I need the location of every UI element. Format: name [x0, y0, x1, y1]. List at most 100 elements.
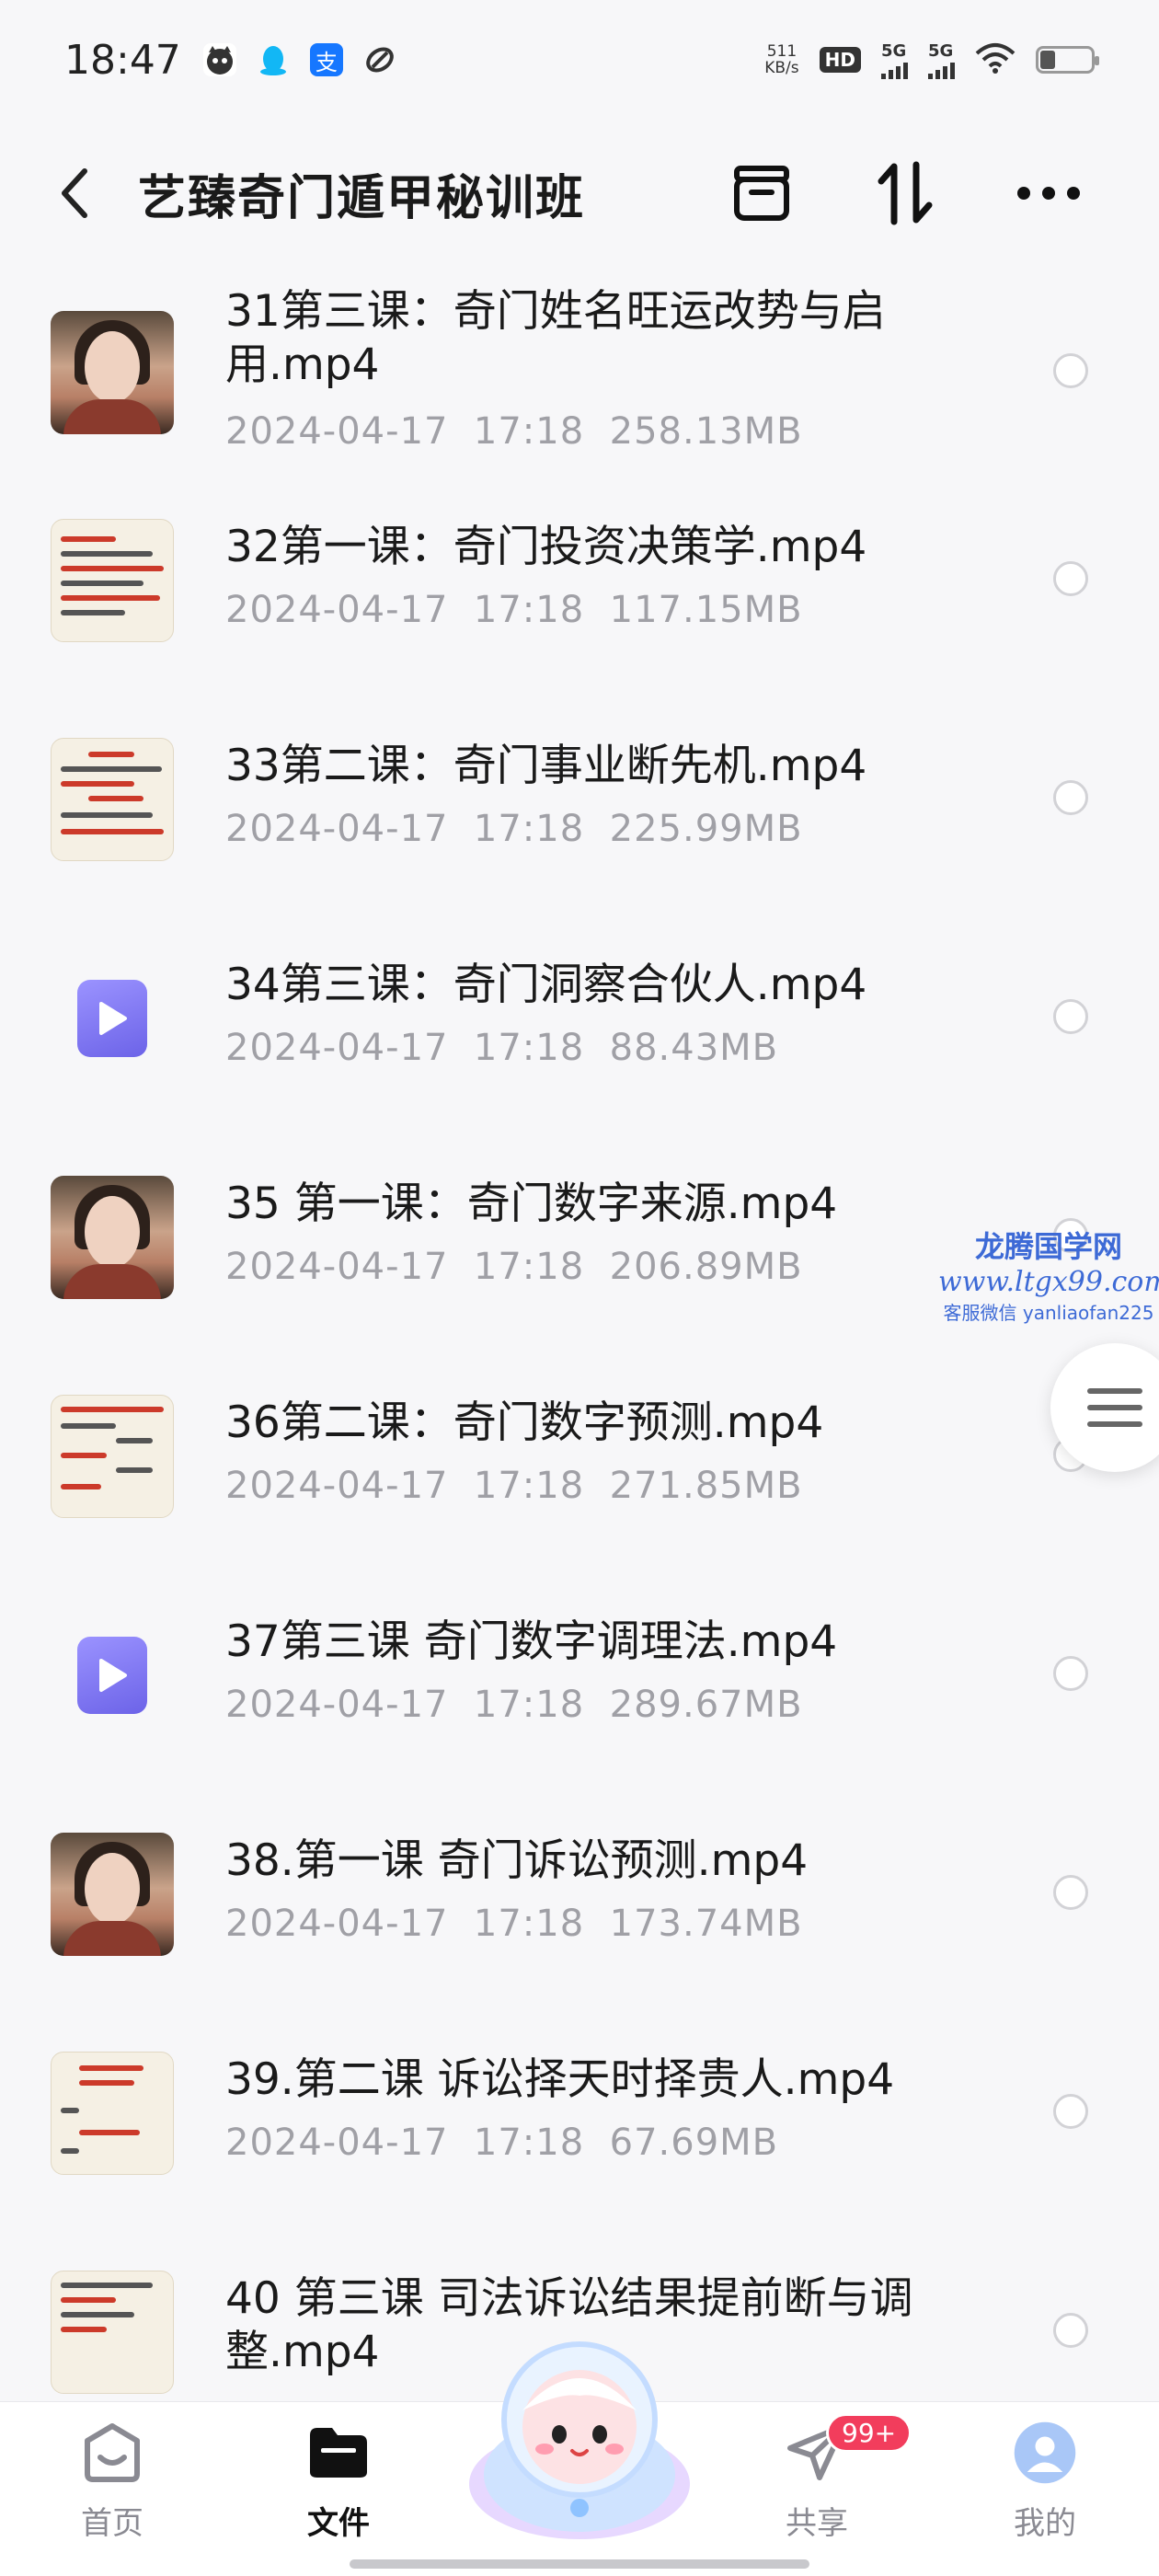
alipay-icon: 支: [309, 43, 343, 76]
signal-5g-1: 5G: [881, 41, 908, 79]
select-checkbox[interactable]: [1053, 561, 1088, 596]
file-meta: 2024-04-17 17:18 225.99MB: [225, 808, 803, 850]
file-name: 35 第一课：奇门数字来源.mp4: [225, 1179, 838, 1229]
file-meta: 2024-04-17 17:18 258.13MB: [225, 410, 803, 453]
wifi-icon: [975, 42, 1016, 77]
file-size: 67.69MB: [609, 2122, 779, 2164]
nav-item-share[interactable]: 99+ 共享: [743, 2413, 912, 2543]
video-file-icon: [77, 1637, 147, 1714]
file-time: 17:18: [473, 1684, 585, 1726]
select-checkbox[interactable]: [1053, 2313, 1088, 2348]
list-item[interactable]: 36第二课：奇门数字预测.mp4 2024-04-17 17:18 271.85…: [0, 1362, 1159, 1581]
watermark-title: 龙腾国学网: [974, 1229, 1122, 1264]
video-thumbnail: [51, 311, 174, 434]
file-size: 225.99MB: [609, 808, 803, 850]
video-thumbnail: [51, 1176, 174, 1299]
file-meta: 2024-04-17 17:18 173.74MB: [225, 1903, 803, 1945]
file-meta: 2024-04-17 17:18 67.69MB: [225, 2122, 778, 2164]
file-date: 2024-04-17: [225, 1465, 449, 1507]
more-dots-icon: [1017, 187, 1080, 200]
doc-thumbnail: [51, 519, 174, 642]
sort-icon: [878, 161, 933, 225]
file-meta: 2024-04-17 17:18 271.85MB: [225, 1465, 803, 1507]
nav-label: 首页: [81, 2505, 143, 2542]
file-name: 38.第一课 奇门诉讼预测.mp4: [225, 1835, 809, 1886]
signal-5g-2: 5G: [928, 41, 955, 79]
list-item[interactable]: 37第三课 奇门数字调理法.mp4 2024-04-17 17:18 289.6…: [0, 1581, 1159, 1800]
system-indicators: 511 KB/s HD 5G 5G: [764, 41, 1099, 79]
file-name: 32第一课：奇门投资决策学.mp4: [225, 522, 867, 572]
file-time: 17:18: [473, 1246, 585, 1288]
select-checkbox[interactable]: [1053, 353, 1088, 388]
file-size: 117.15MB: [609, 589, 803, 631]
avatar-icon: [1013, 2421, 1077, 2485]
nav-item-me[interactable]: 我的: [971, 2421, 1119, 2543]
file-name: 36第二课：奇门数字预测.mp4: [225, 1397, 824, 1448]
file-meta: 2024-04-17 17:18 117.15MB: [225, 589, 803, 631]
notification-icons: 支: [202, 43, 396, 76]
cat-icon: [202, 43, 236, 76]
file-name: 37第三课 奇门数字调理法.mp4: [225, 1616, 838, 1667]
list-item[interactable]: 33第二课：奇门事业断先机.mp4 2024-04-17 17:18 225.9…: [0, 705, 1159, 924]
file-size: 289.67MB: [609, 1684, 803, 1726]
file-meta: 2024-04-17 17:18 289.67MB: [225, 1684, 803, 1726]
page-title: 艺臻奇门遁甲秘训班: [138, 170, 586, 226]
nav-label: 共享: [786, 2505, 848, 2542]
chevron-left-icon: [62, 168, 87, 218]
file-name: 31第三课：奇门姓名旺运改势与启用.mp4: [225, 286, 886, 390]
more-button[interactable]: [1012, 156, 1085, 230]
doc-thumbnail: [51, 738, 174, 861]
list-item[interactable]: 31第三课：奇门姓名旺运改势与启用.mp4 2024-04-17 17:18 2…: [0, 267, 1159, 486]
list-item[interactable]: 39.第二课 诉讼择天时择贵人.mp4 2024-04-17 17:18 67.…: [0, 2018, 1159, 2237]
mascot-ai-button[interactable]: [460, 2328, 699, 2539]
file-date: 2024-04-17: [225, 1903, 449, 1945]
select-checkbox[interactable]: [1053, 1656, 1088, 1691]
signal-label: 5G: [928, 40, 954, 61]
file-date: 2024-04-17: [225, 808, 449, 850]
file-time: 17:18: [473, 1903, 585, 1945]
file-size: 88.43MB: [609, 1027, 779, 1069]
nav-item-home[interactable]: 首页: [39, 2421, 186, 2543]
file-size: 271.85MB: [609, 1465, 803, 1507]
file-time: 17:18: [473, 1465, 585, 1507]
file-name: 33第二课：奇门事业断先机.mp4: [225, 741, 867, 791]
file-date: 2024-04-17: [225, 1027, 449, 1069]
select-checkbox[interactable]: [1053, 1875, 1088, 1910]
video-thumbnail: [51, 1833, 174, 1956]
file-time: 17:18: [473, 410, 585, 453]
share-badge: 99+: [826, 2413, 912, 2453]
archive-button[interactable]: [725, 156, 798, 230]
folder-icon: [306, 2421, 371, 2485]
header-actions: [725, 156, 1085, 230]
signal-bars-icon: [928, 61, 955, 79]
archive-icon: [734, 166, 789, 221]
home-icon: [80, 2421, 144, 2485]
nav-label: 文件: [307, 2505, 370, 2542]
status-bar: 18:47 支 511 KB/s HD 5G 5G: [0, 0, 1159, 120]
select-checkbox[interactable]: [1053, 999, 1088, 1034]
battery-icon: [1036, 46, 1099, 74]
file-meta: 2024-04-17 17:18 88.43MB: [225, 1027, 778, 1069]
file-list: 31第三课：奇门姓名旺运改势与启用.mp4 2024-04-17 17:18 2…: [0, 267, 1159, 2456]
file-time: 17:18: [473, 808, 585, 850]
video-thumbnail: [51, 1614, 174, 1737]
list-item[interactable]: 38.第一课 奇门诉讼预测.mp4 2024-04-17 17:18 173.7…: [0, 1800, 1159, 2018]
file-date: 2024-04-17: [225, 1684, 449, 1726]
back-button[interactable]: [46, 166, 101, 221]
list-item[interactable]: 32第一课：奇门投资决策学.mp4 2024-04-17 17:18 117.1…: [0, 486, 1159, 705]
top-header: 艺臻奇门遁甲秘训班: [0, 147, 1159, 239]
signal-label: 5G: [881, 40, 907, 61]
video-thumbnail: [51, 957, 174, 1080]
select-checkbox[interactable]: [1053, 2094, 1088, 2129]
list-item[interactable]: 34第三课：奇门洞察合伙人.mp4 2024-04-17 17:18 88.43…: [0, 924, 1159, 1143]
file-time: 17:18: [473, 589, 585, 631]
hamburger-icon: [1087, 1388, 1142, 1427]
nav-item-files[interactable]: 文件: [265, 2421, 412, 2543]
net-speed: 511 KB/s: [764, 43, 798, 76]
select-checkbox[interactable]: [1053, 780, 1088, 815]
file-size: 173.74MB: [609, 1903, 803, 1945]
sort-button[interactable]: [868, 156, 942, 230]
file-time: 17:18: [473, 2122, 585, 2164]
net-speed-unit: KB/s: [764, 59, 799, 77]
doc-thumbnail: [51, 2271, 174, 2394]
